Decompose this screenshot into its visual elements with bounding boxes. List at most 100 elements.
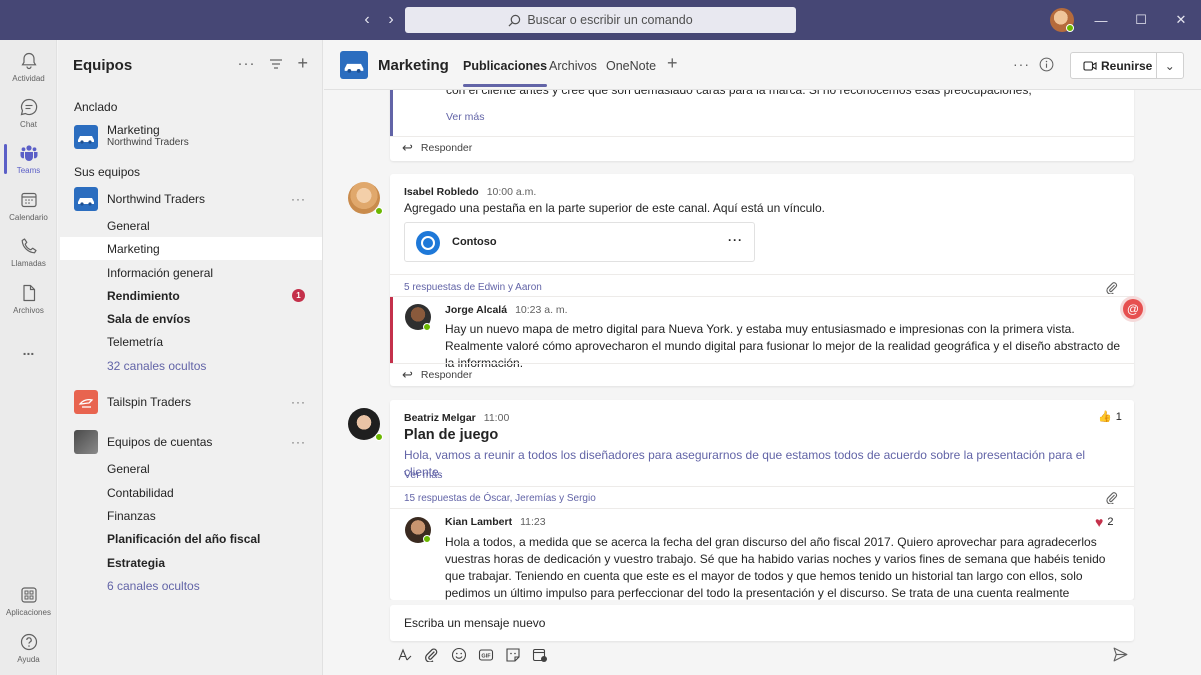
add-tab-icon[interactable]: + — [667, 53, 678, 74]
more-options-icon[interactable]: ··· — [237, 55, 255, 72]
search-placeholder: Buscar o escribir un comando — [527, 13, 693, 27]
panel-actions: ··· + — [237, 54, 308, 72]
bell-icon — [20, 52, 37, 70]
compose-box[interactable]: Escriba un mensaje nuevo — [390, 605, 1134, 641]
calendar-icon — [20, 192, 37, 208]
reply-button[interactable]: ↩ Responder — [402, 367, 472, 383]
channel-estrategia[interactable]: Estrategia — [60, 551, 322, 574]
pinned-channel-marketing[interactable]: Marketing Northwind Traders — [58, 122, 322, 152]
apps-icon — [20, 587, 37, 603]
rail-calendar[interactable]: Calendario — [0, 183, 57, 229]
post-card: Beatriz Melgar 11:00 👍 1 Plan de juego Ho… — [390, 400, 1134, 600]
search-input[interactable]: Buscar o escribir un comando — [405, 7, 796, 33]
add-team-icon[interactable]: + — [297, 54, 308, 72]
team-northwind-traders[interactable]: Northwind Traders ··· — [58, 186, 322, 212]
tab-publicaciones[interactable]: Publicaciones — [463, 59, 548, 87]
rail-apps[interactable]: Aplicaciones — [0, 578, 57, 624]
maximize-icon[interactable]: ☐ — [1121, 0, 1161, 40]
presence-available-icon — [1066, 24, 1074, 32]
team-equipos-de-cuentas[interactable]: Equipos de cuentas ··· — [58, 429, 322, 455]
more-options-icon[interactable]: ··· — [728, 233, 743, 247]
replies-summary[interactable]: 15 respuestas de Óscar, Jeremías y Sergi… — [404, 490, 596, 507]
more-options-icon[interactable]: ··· — [291, 435, 306, 449]
reply-arrow-icon: ↩ — [402, 367, 413, 382]
back-arrow-icon[interactable]: ‹ — [358, 10, 376, 30]
replies-summary[interactable]: 5 respuestas de Edwin y Aaron — [404, 279, 542, 296]
send-icon — [1113, 647, 1128, 662]
divider — [390, 296, 1134, 297]
more-options-icon[interactable]: ··· — [291, 192, 306, 206]
minimize-icon[interactable]: — — [1081, 0, 1121, 40]
see-more-link[interactable]: Ver más — [446, 109, 485, 126]
schedule-meeting-icon[interactable] — [531, 646, 548, 663]
reply-label: Responder — [420, 369, 473, 381]
like-reaction[interactable]: 👍 1 — [1098, 410, 1122, 424]
more-options-icon[interactable]: ··· — [1013, 56, 1030, 72]
team-tailspin-traders[interactable]: Tailspin Traders ··· — [58, 389, 322, 415]
reply-text: Hay un nuevo mapa de metro digital para … — [445, 322, 1121, 370]
gif-icon[interactable]: GIF — [477, 646, 494, 663]
forward-arrow-icon[interactable]: › — [382, 10, 400, 30]
search-icon — [508, 14, 521, 26]
sticker-icon[interactable] — [504, 646, 521, 663]
heart-reaction[interactable]: ♥ 2 — [1095, 514, 1113, 530]
info-icon[interactable] — [1039, 57, 1054, 72]
channel-general[interactable]: General — [60, 457, 322, 480]
attachment-icon[interactable] — [1106, 281, 1118, 294]
see-more-link[interactable]: Ver más — [404, 467, 443, 484]
tab-onenote[interactable]: OneNote — [606, 59, 656, 73]
mention-indicator — [390, 297, 393, 363]
channel-contabilidad[interactable]: Contabilidad — [60, 481, 322, 504]
video-camera-icon — [1083, 61, 1097, 71]
tab-link-card[interactable]: Contoso ··· — [404, 222, 755, 262]
card-title: Contoso — [452, 236, 497, 248]
meet-button[interactable]: Reunirse ⌄ — [1070, 52, 1184, 79]
channel-marketing[interactable]: Marketing — [60, 237, 322, 260]
attachment-icon[interactable] — [1106, 491, 1118, 504]
message-text: con el cliente antes y cree que son dema… — [446, 90, 1032, 97]
author-label: Beatriz Melgar — [404, 412, 476, 424]
channel-informacion-general[interactable]: Información general — [60, 261, 322, 284]
pinned-channel-team: Northwind Traders — [107, 137, 189, 148]
channel-telemetria[interactable]: Telemetría — [60, 330, 322, 353]
hidden-channels-link[interactable]: 32 canales ocultos — [60, 354, 322, 377]
attach-icon[interactable] — [423, 646, 440, 663]
plane-team-logo — [74, 390, 98, 414]
rail-chat[interactable]: Chat — [0, 90, 57, 136]
timestamp: 11:23 — [520, 516, 546, 528]
author-label: Kian Lambert — [445, 516, 513, 528]
rail-files[interactable]: Archivos — [0, 276, 57, 322]
channel-header: Marketing Publicaciones Archivos OneNote… — [324, 40, 1201, 90]
rail-label: Chat — [20, 120, 37, 129]
format-icon[interactable] — [396, 646, 413, 663]
channel-sala-de-envios[interactable]: Sala de envíos — [60, 307, 322, 330]
history-nav: ‹ › — [358, 10, 400, 30]
rail-teams[interactable]: Teams — [0, 136, 57, 182]
emoji-icon[interactable] — [450, 646, 467, 663]
car-team-logo — [74, 125, 98, 149]
presence-available-icon — [375, 433, 383, 441]
rail-calls[interactable]: Llamadas — [0, 229, 57, 275]
channel-finanzas[interactable]: Finanzas — [60, 504, 322, 527]
reply-button[interactable]: ↩ Responder — [402, 140, 472, 156]
filter-icon[interactable] — [269, 57, 283, 71]
presence-available-icon — [375, 207, 383, 215]
divider — [390, 486, 1134, 487]
author-name: Jorge Alcalá 10:23 a. m. — [445, 304, 568, 316]
close-icon[interactable]: ✕ — [1161, 0, 1201, 40]
channel-general[interactable]: General — [60, 214, 322, 237]
rail-activity[interactable]: Actividad — [0, 44, 57, 90]
tab-archivos[interactable]: Archivos — [549, 59, 597, 73]
channel-rendimiento[interactable]: Rendimiento 1 — [60, 284, 322, 307]
more-options-icon[interactable]: ··· — [291, 395, 306, 409]
team-photo-logo — [74, 430, 98, 454]
message-feed[interactable]: con el cliente antes y cree que son dema… — [324, 90, 1201, 600]
chevron-down-icon[interactable]: ⌄ — [1157, 59, 1183, 73]
channel-planificacion[interactable]: Planificación del año fiscal — [60, 527, 322, 550]
rail-more[interactable]: ... — [0, 327, 57, 373]
hidden-channels-link[interactable]: 6 canales ocultos — [60, 574, 322, 597]
reply-label: Responder — [420, 142, 473, 154]
send-button[interactable] — [1112, 646, 1129, 666]
rail-help[interactable]: Ayuda — [0, 625, 57, 671]
rail-label: Actividad — [12, 74, 45, 83]
